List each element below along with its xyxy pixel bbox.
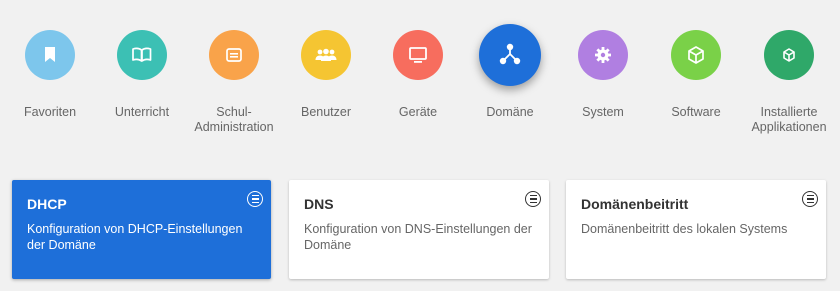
unterricht-circle	[117, 30, 167, 80]
category-label: Domäne	[486, 105, 534, 119]
cube-icon	[688, 46, 704, 64]
users-icon	[315, 48, 337, 61]
system-circle	[578, 30, 628, 80]
installierte-applikationen-circle	[764, 30, 814, 80]
schul-administration-circle	[209, 30, 259, 80]
category-domaene[interactable]: Domäne	[464, 0, 556, 150]
category-software[interactable]: Software	[650, 0, 742, 150]
share-icon	[499, 43, 521, 65]
category-label: Installierte Applikationen	[751, 105, 827, 134]
category-unterricht[interactable]: Unterricht	[96, 0, 188, 150]
category-installierte-applikationen[interactable]: Installierte Applikationen	[743, 0, 835, 150]
card-dhcp[interactable]: DHCP Konfiguration von DHCP-Einstellunge…	[12, 180, 271, 279]
package-icon	[783, 48, 795, 62]
book-icon	[132, 47, 152, 62]
server-icon	[226, 48, 242, 62]
card-dns[interactable]: DNS Konfiguration von DNS-Einstellungen …	[289, 180, 549, 279]
card-title: DNS	[304, 196, 334, 212]
card-title: DHCP	[27, 196, 67, 212]
software-circle	[671, 30, 721, 80]
gear-icon	[595, 47, 611, 63]
category-favoriten[interactable]: Favoriten	[4, 0, 96, 150]
card-title: Domänenbeitritt	[581, 196, 689, 212]
category-label: System	[582, 105, 624, 119]
card-description: Konfiguration von DHCP-Einstellungen der…	[27, 222, 243, 252]
category-label: Software	[671, 105, 721, 119]
category-benutzer[interactable]: Benutzer	[280, 0, 372, 150]
card-menu-icon[interactable]	[525, 191, 541, 207]
bookmark-icon	[45, 47, 55, 62]
domaene-circle	[479, 24, 541, 86]
card-description: Domänenbeitritt des lokalen Systems	[581, 222, 788, 236]
category-schul-administration[interactable]: Schul- Administration	[188, 0, 280, 150]
category-system[interactable]: System	[557, 0, 649, 150]
category-geraete[interactable]: Geräte	[372, 0, 464, 150]
benutzer-circle	[301, 30, 351, 80]
monitor-icon	[409, 47, 427, 63]
card-domaenenbeitritt[interactable]: Domänenbeitritt Domänenbeitritt des loka…	[566, 180, 826, 279]
card-menu-icon[interactable]	[247, 191, 263, 207]
favoriten-circle	[25, 30, 75, 80]
card-menu-icon[interactable]	[802, 191, 818, 207]
geraete-circle	[393, 30, 443, 80]
card-description: Konfiguration von DNS-Einstellungen der …	[304, 222, 532, 252]
